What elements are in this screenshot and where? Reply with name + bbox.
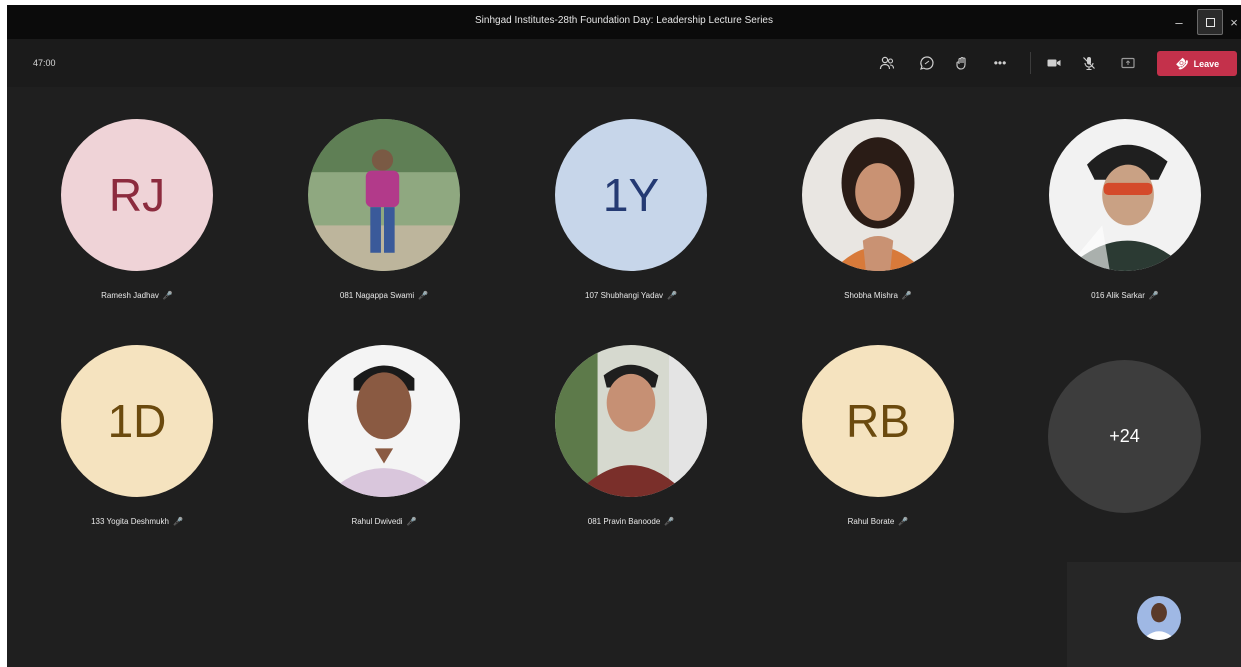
- self-view-photo: [1137, 596, 1181, 640]
- participant-name: 081 Nagappa Swami 🎤: [284, 291, 484, 300]
- participant-photo[interactable]: [308, 119, 460, 271]
- participant-name-text: 107 Shubhangi Yadav: [585, 291, 664, 300]
- participant-name-text: 133 Yogita Deshmukh: [91, 517, 169, 526]
- share-screen-icon[interactable]: [1118, 53, 1138, 73]
- participants-icon[interactable]: [877, 53, 897, 73]
- maximize-button[interactable]: [1197, 9, 1223, 35]
- title-bar: Sinhgad Institutes-28th Foundation Day: …: [7, 5, 1241, 39]
- mic-off-icon: 🎤: [418, 291, 429, 300]
- participant-photo-image: [1049, 119, 1201, 271]
- participant-name-text: Rahul Dwivedi: [351, 517, 403, 526]
- participant-name: 081 Pravin Banoode 🎤: [531, 517, 731, 526]
- mic-off-icon: 🎤: [162, 291, 173, 300]
- mic-off-icon: 🎤: [406, 517, 417, 526]
- participant-name-text: Shobha Mishra: [844, 291, 898, 300]
- more-actions-icon[interactable]: •••: [990, 53, 1010, 73]
- leave-label: Leave: [1193, 58, 1220, 69]
- participant-avatar-initials[interactable]: RJ: [61, 119, 213, 271]
- avatar-initials: 1Y: [602, 169, 660, 221]
- mic-icon[interactable]: [1079, 53, 1099, 73]
- raise-hand-icon[interactable]: [952, 53, 972, 73]
- participant-avatar-initials[interactable]: 1D: [61, 345, 213, 497]
- more-participants-button[interactable]: +24: [1048, 360, 1201, 513]
- mic-off-icon: 🎤: [898, 517, 909, 526]
- participant-avatar-initials[interactable]: 1Y: [555, 119, 707, 271]
- avatar-initials: RJ: [108, 169, 166, 221]
- minimize-button[interactable]: –: [1163, 9, 1195, 35]
- participant-name: 133 Yogita Deshmukh 🎤: [37, 517, 237, 526]
- participant-avatar-initials[interactable]: RB: [802, 345, 954, 497]
- participant-photo-image: [802, 119, 954, 271]
- avatar-initials: 1D: [107, 395, 167, 447]
- participant-photo[interactable]: [1049, 119, 1201, 271]
- participant-photo[interactable]: [802, 119, 954, 271]
- participant-photo-image: [308, 345, 460, 497]
- participant-name: Ramesh Jadhav 🎤: [37, 291, 237, 300]
- participant-photo-image: [555, 345, 707, 497]
- meeting-controls-bar: 47:00 ••• ☎ Leave: [7, 39, 1241, 87]
- maximize-icon: [1205, 17, 1215, 27]
- close-button[interactable]: ×: [1227, 9, 1241, 35]
- mic-off-icon: 🎤: [901, 291, 912, 300]
- mic-off-icon: 🎤: [172, 517, 183, 526]
- participant-name-text: 081 Pravin Banoode: [587, 517, 661, 526]
- participant-name: 107 Shubhangi Yadav 🎤: [531, 291, 731, 300]
- meeting-title: Sinhgad Institutes-28th Foundation Day: …: [475, 15, 773, 26]
- avatar-initials: RB: [846, 395, 910, 447]
- participant-photo[interactable]: [308, 345, 460, 497]
- leave-button[interactable]: ☎ Leave: [1157, 51, 1237, 76]
- toolbar-divider: [1030, 52, 1031, 74]
- chat-icon[interactable]: [917, 53, 937, 73]
- mic-off-icon: 🎤: [1148, 291, 1159, 300]
- camera-icon[interactable]: [1044, 53, 1064, 73]
- participant-name: Shobha Mishra 🎤: [778, 291, 978, 300]
- participant-name: Rahul Dwivedi 🎤: [284, 517, 484, 526]
- participant-photo-image: [308, 119, 460, 271]
- participant-name-text: Ramesh Jadhav: [101, 291, 159, 300]
- mic-off-icon: 🎤: [667, 291, 677, 300]
- participant-name-text: Rahul Borate: [847, 517, 895, 526]
- participant-name: 016 Alik Sarkar 🎤: [1025, 291, 1225, 300]
- teams-meeting-window: Sinhgad Institutes-28th Foundation Day: …: [7, 5, 1241, 667]
- participant-photo[interactable]: [555, 345, 707, 497]
- self-view-avatar: [1137, 596, 1181, 640]
- participant-name-text: 016 Alik Sarkar: [1091, 291, 1145, 300]
- meeting-timer: 47:00: [33, 58, 56, 68]
- participant-name-text: 081 Nagappa Swami: [339, 291, 415, 300]
- mic-off-icon: 🎤: [664, 517, 675, 526]
- phone-hangup-icon: ☎: [1172, 54, 1191, 73]
- participant-name: Rahul Borate 🎤: [778, 517, 978, 526]
